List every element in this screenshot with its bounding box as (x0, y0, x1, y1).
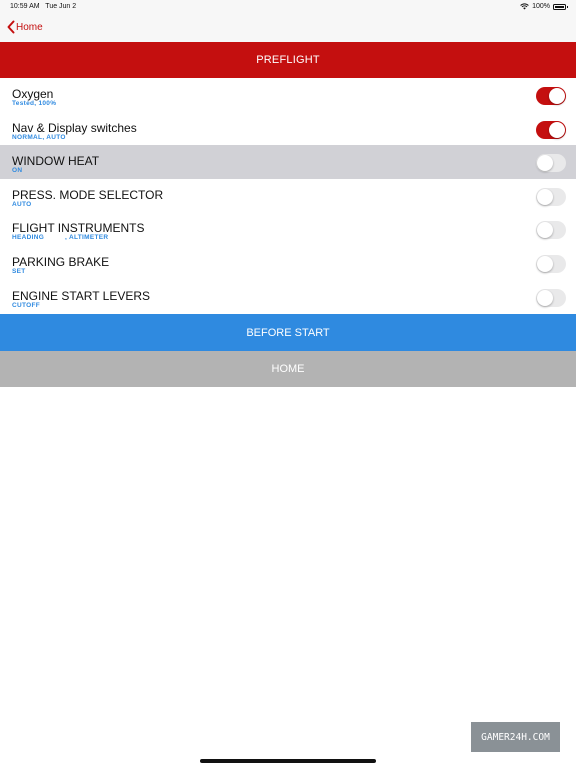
item-toggle[interactable] (536, 87, 566, 105)
before-start-button[interactable]: BEFORE START (0, 314, 576, 351)
checklist-item-parking-brake[interactable]: PARKING BRAKE SET (0, 245, 576, 280)
page-title: PREFLIGHT (256, 54, 320, 66)
item-title: WINDOW HEAT (12, 154, 100, 169)
toggle-knob (537, 188, 553, 205)
before-start-label: BEFORE START (246, 326, 330, 339)
item-title: FLIGHT INSTRUMENTS (12, 221, 145, 236)
item-subtitle: HEADING (12, 234, 45, 242)
toggle-knob (549, 88, 565, 104)
toggle-knob (537, 255, 553, 272)
battery-icon (553, 3, 568, 10)
wifi-icon (520, 3, 529, 10)
home-label: HOME (271, 363, 305, 375)
item-title: PRESS. MODE SELECTOR (12, 187, 164, 202)
home-indicator[interactable] (200, 759, 376, 763)
item-subtitle-secondary: , ALTIMETER (65, 234, 109, 242)
checklist-item-oxygen[interactable]: Oxygen Tested, 100% (0, 78, 576, 112)
checklist-item-nav-display[interactable]: Nav & Display switches NORMAL, AUTO (0, 111, 576, 146)
status-time-text: 10:59 AM (10, 3, 40, 10)
item-toggle[interactable] (536, 221, 566, 240)
item-toggle[interactable] (536, 187, 566, 206)
item-subtitle: NORMAL, AUTO (12, 133, 66, 141)
item-subtitle: SET (12, 267, 26, 275)
item-title: Nav & Display switches (12, 120, 137, 135)
item-subtitle: Tested, 100% (12, 100, 57, 107)
status-date-text: Tue Jun 2 (45, 3, 77, 10)
toggle-knob (537, 222, 553, 239)
checklist-item-window-heat[interactable]: WINDOW HEAT ON (0, 145, 576, 179)
item-subtitle: ON (12, 167, 23, 175)
item-title: Oxygen (12, 87, 54, 101)
item-subtitle: CUTOFF (12, 301, 41, 309)
checklist-item-engine-start-levers[interactable]: ENGINE START LEVERS CUTOFF (0, 279, 576, 314)
toggle-knob (549, 121, 565, 138)
checklist-item-flight-instruments[interactable]: FLIGHT INSTRUMENTS HEADING , ALTIMETER (0, 212, 576, 246)
nav-bar: Home (0, 14, 576, 42)
item-toggle[interactable] (536, 120, 566, 139)
status-bar: 10:59 AM Tue Jun 2 100% (0, 0, 576, 14)
watermark-text: GAMER24H.COM (481, 731, 550, 743)
item-subtitle: AUTO (12, 200, 32, 208)
item-toggle[interactable] (536, 154, 566, 173)
toggle-knob (537, 155, 553, 172)
item-toggle[interactable] (536, 288, 566, 307)
item-title: PARKING BRAKE (12, 254, 110, 269)
watermark: GAMER24H.COM (471, 722, 560, 752)
toggle-knob (537, 289, 553, 306)
status-time: 10:59 AM Tue Jun 2 (10, 3, 76, 10)
status-right: 100% (520, 3, 568, 10)
checklist-item-press-mode[interactable]: PRESS. MODE SELECTOR AUTO (0, 178, 576, 213)
checklist-header: PREFLIGHT (0, 42, 576, 78)
chevron-left-icon (7, 20, 15, 34)
battery-percent: 100% (532, 3, 550, 10)
back-label: Home (16, 21, 43, 33)
back-button[interactable]: Home (6, 20, 43, 34)
home-button[interactable]: HOME (0, 351, 576, 387)
item-title: ENGINE START LEVERS (12, 288, 151, 303)
item-toggle[interactable] (536, 254, 566, 273)
checklist: Oxygen Tested, 100% Nav & Display switch… (0, 78, 576, 314)
